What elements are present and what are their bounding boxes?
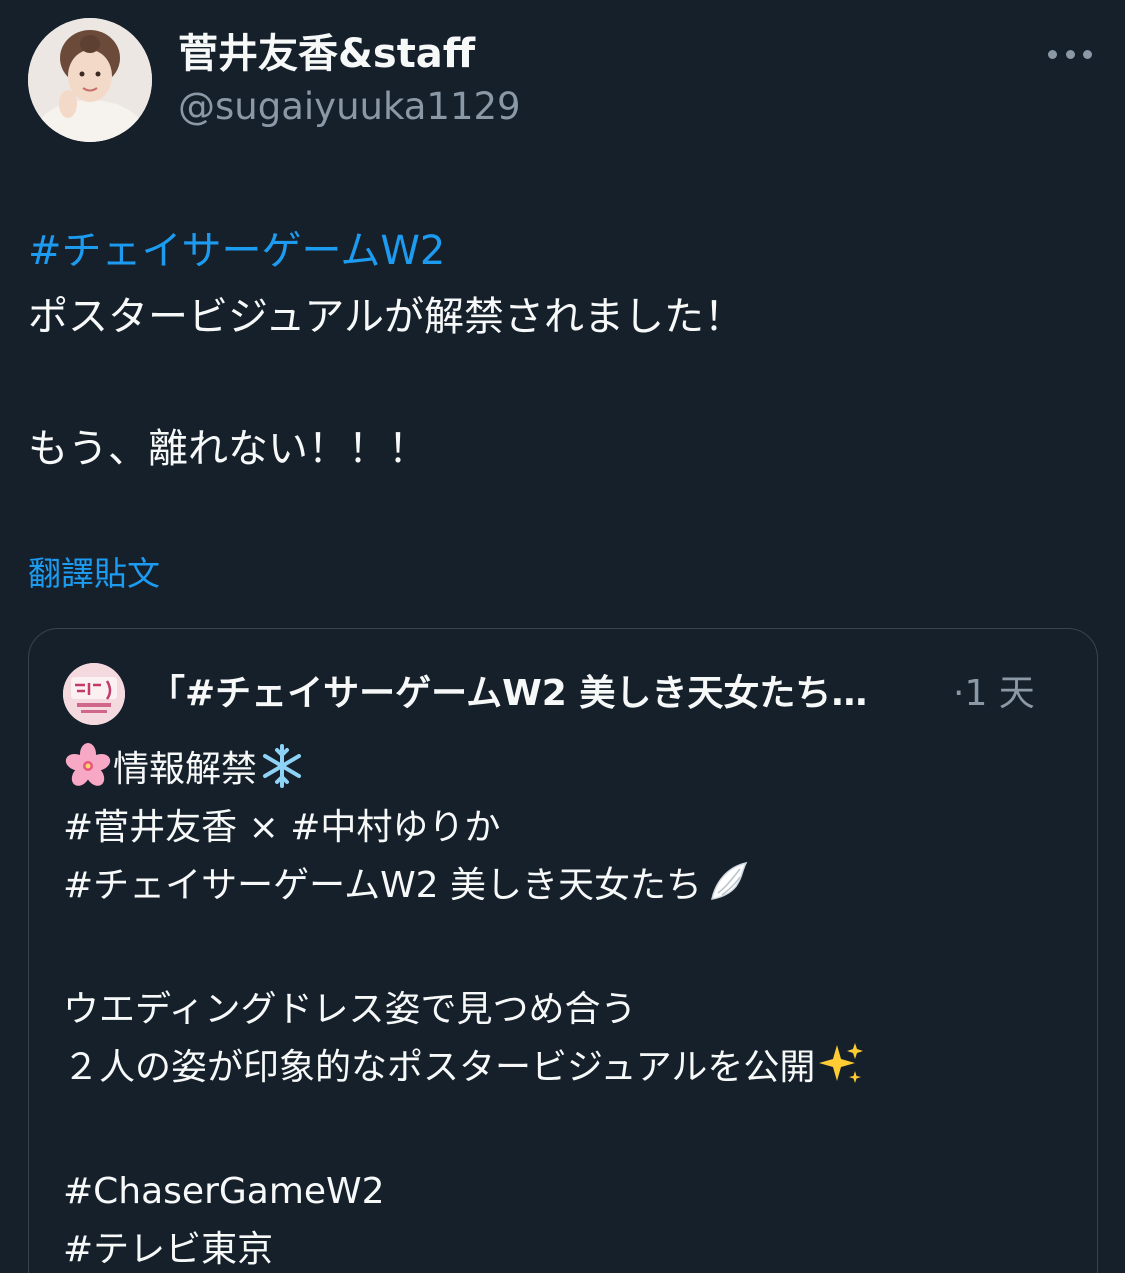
quoted-tweet[interactable]: 「#チェイサーゲームW2 美しき天女たち… ·1 天 情報解禁 #菅井友香 × … xyxy=(28,628,1098,1273)
hashtag-link[interactable]: #チェイサーゲームW2 xyxy=(28,228,445,274)
quote-author-name[interactable]: 「#チェイサーゲームW2 美しき天女たち… xyxy=(149,671,939,717)
quote-line: 情報解禁 xyxy=(113,749,258,790)
quote-timestamp[interactable]: ·1 天 xyxy=(953,671,1035,717)
quote-line: ウエディングドレス姿で見つめ合う xyxy=(63,989,637,1030)
cherry-blossom-icon xyxy=(65,743,111,786)
tweet-text: #チェイサーゲームW2 ポスタービジュアルが解禁されました！ もう、離れない！！… xyxy=(28,218,1088,482)
tweet-line: ポスタービジュアルが解禁されました！ xyxy=(28,294,744,340)
hashtag-link[interactable]: #菅井友香 xyxy=(63,807,237,848)
quote-text-separator: × xyxy=(237,807,291,848)
handle[interactable]: @sugaiyuuka1129 xyxy=(178,84,521,130)
hashtag-link[interactable]: #中村ゆりか xyxy=(290,807,500,848)
display-name[interactable]: 菅井友香&staff xyxy=(178,30,521,78)
more-icon[interactable] xyxy=(1048,40,1092,68)
avatar[interactable] xyxy=(28,18,152,142)
tweet-header: 菅井友香&staff @sugaiyuuka1129 xyxy=(28,18,1098,142)
tweet-line: もう、離れない！！！ xyxy=(28,426,428,472)
hashtag-link[interactable]: #チェイサーゲームW2 xyxy=(63,865,439,906)
sparkles-icon xyxy=(819,1043,864,1083)
quote-line: ２人の姿が印象的なポスタービジュアルを公開 xyxy=(63,1047,816,1088)
quote-text: 情報解禁 #菅井友香 × #中村ゆりか #チェイサーゲームW2 美しき天女たち … xyxy=(63,741,1063,1273)
hashtag-link[interactable]: #テレビ東京 xyxy=(63,1221,1063,1273)
snowflake-icon xyxy=(263,744,302,788)
translate-link[interactable]: 翻譯貼文 xyxy=(28,552,160,596)
quote-line: 美しき天女たち xyxy=(438,865,703,906)
quote-avatar xyxy=(63,663,125,725)
hashtag-link[interactable]: #ChaserGameW2 xyxy=(63,1163,1063,1221)
wing-icon xyxy=(711,861,748,900)
